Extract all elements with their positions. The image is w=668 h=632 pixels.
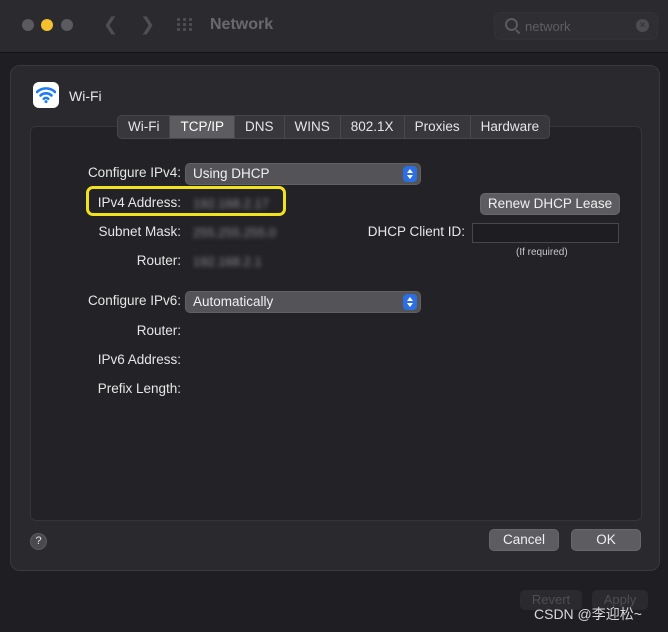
tab-8021x[interactable]: 802.1X <box>341 116 405 138</box>
network-preferences-window: ❮ ❯ Network network × Wi-Fi Wi-Fi TCP/IP… <box>0 0 668 632</box>
ipv4-address-label: IPv4 Address: <box>97 195 181 210</box>
titlebar: ❮ ❯ Network network × <box>0 0 668 53</box>
window-title: Network <box>210 16 274 33</box>
dhcp-client-id-input[interactable] <box>472 223 619 243</box>
dhcp-client-id-hint: (If required) <box>516 247 568 258</box>
ipv4-router-label: Router: <box>136 253 181 268</box>
tab-proxies[interactable]: Proxies <box>405 116 471 138</box>
configure-ipv4-label: Configure IPv4: <box>87 165 181 180</box>
configure-ipv4-popup[interactable]: Using DHCP <box>185 163 421 185</box>
configure-ipv4-value: Using DHCP <box>193 166 270 181</box>
configure-ipv6-label: Configure IPv6: <box>87 293 181 308</box>
watermark-text: CSDN @李迎松~ <box>534 606 642 622</box>
tab-bar: Wi-Fi TCP/IP DNS WINS 802.1X Proxies Har… <box>117 115 551 139</box>
dhcp-client-id-label: DHCP Client ID: <box>367 224 465 239</box>
wifi-icon <box>33 82 59 108</box>
clear-search-icon[interactable]: × <box>636 19 649 32</box>
ipv4-address-value: 192.168.2.17 <box>193 196 269 211</box>
tab-wifi[interactable]: Wi-Fi <box>118 116 171 138</box>
popup-stepper-icon <box>403 166 417 182</box>
search-input-value[interactable]: network <box>525 19 571 34</box>
popup-stepper-icon <box>403 294 417 310</box>
forward-arrow-icon[interactable]: ❯ <box>140 14 155 35</box>
tab-wins[interactable]: WINS <box>285 116 341 138</box>
ok-button[interactable]: OK <box>571 529 641 551</box>
configure-ipv6-popup[interactable]: Automatically <box>185 291 421 313</box>
interface-name: Wi-Fi <box>69 88 102 104</box>
tab-tcpip[interactable]: TCP/IP <box>170 116 235 138</box>
tab-dns[interactable]: DNS <box>235 116 285 138</box>
ipv6-address-label: IPv6 Address: <box>97 352 181 367</box>
search-icon <box>505 18 518 31</box>
cancel-button[interactable]: Cancel <box>489 529 559 551</box>
configure-ipv6-value: Automatically <box>193 294 274 309</box>
subnet-mask-value: 255.255.255.0 <box>193 225 277 240</box>
close-window-button[interactable] <box>22 19 34 31</box>
search-field[interactable]: network × <box>494 12 658 40</box>
minimize-window-button[interactable] <box>41 19 53 31</box>
back-arrow-icon[interactable]: ❮ <box>103 14 118 35</box>
ipv6-router-label: Router: <box>136 323 181 338</box>
advanced-settings-sheet: Wi-Fi Wi-Fi TCP/IP DNS WINS 802.1X Proxi… <box>10 65 660 571</box>
subnet-mask-label: Subnet Mask: <box>98 224 181 239</box>
prefix-length-label: Prefix Length: <box>97 381 181 396</box>
maximize-window-button[interactable] <box>61 19 73 31</box>
tab-hardware[interactable]: Hardware <box>471 116 550 138</box>
help-button[interactable]: ? <box>30 533 47 550</box>
renew-dhcp-lease-button[interactable]: Renew DHCP Lease <box>480 193 620 215</box>
ipv4-router-value: 192.168.2.1 <box>193 254 262 269</box>
show-all-grid-icon[interactable] <box>177 18 193 32</box>
